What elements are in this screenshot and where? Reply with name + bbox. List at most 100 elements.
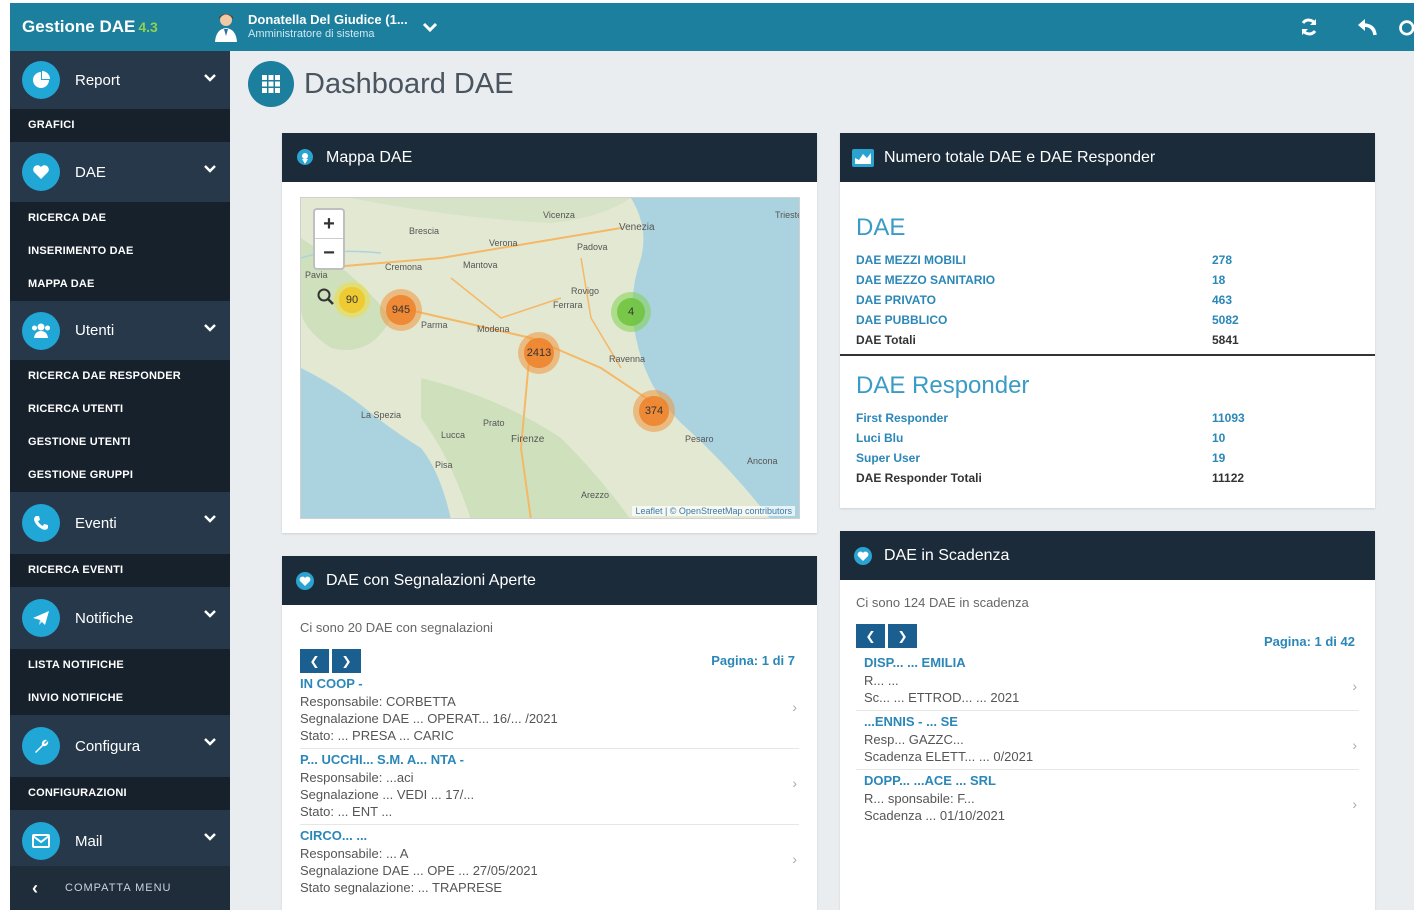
map-city-label: Verona <box>489 238 518 248</box>
map-view[interactable]: Brescia Verona Vicenza Venezia Trieste P… <box>300 197 800 519</box>
stats-panel-title: Numero totale DAE e DAE Responder <box>884 148 1156 166</box>
zoom-out-button[interactable]: − <box>315 239 343 268</box>
map-city-label: Rovigo <box>571 286 600 296</box>
user-avatar-icon <box>215 14 237 42</box>
map-cluster-marker[interactable]: 2413 <box>518 332 560 374</box>
map-city-label: Pisa <box>435 460 453 470</box>
stat-value: 463 <box>1212 293 1233 307</box>
nav-section-dae[interactable]: DAE <box>10 142 230 202</box>
refresh-icon <box>1301 18 1317 36</box>
nav-item-ricerca-utenti[interactable]: RICERCA UTENTI <box>10 393 230 426</box>
segnalazioni-pager: ❮ ❯ Pagina: 1 di 7 <box>300 649 799 673</box>
top-bar: Gestione DAE 4.3 Donatella Del Giudice (1… <box>10 3 1414 51</box>
page-info: Pagina: 1 di 42 <box>1263 634 1355 649</box>
app-brand[interactable]: Gestione DAE 4.3 <box>10 17 200 37</box>
logout-button[interactable] <box>1396 3 1414 51</box>
nav-item-ricerca-dae[interactable]: RICERCA DAE <box>10 202 230 235</box>
map-city-label: Vicenza <box>543 210 575 220</box>
compact-menu-button[interactable]: ‹ COMPATTA MENU <box>10 866 230 910</box>
map-city-label: Pesaro <box>685 434 714 444</box>
entry-title: DISP... ... EMILIA <box>864 655 966 670</box>
cluster-count: 945 <box>386 295 416 325</box>
nav-label: Utenti <box>75 322 115 339</box>
list-item[interactable]: DOPP... ...ACE ... SRL R... sponsabile: … <box>856 770 1359 828</box>
chevron-down-icon <box>204 738 216 746</box>
stats-panel-header: Numero totale DAE e DAE Responder <box>840 133 1375 182</box>
stat-row: DAE PUBBLICO 5082 <box>856 310 1359 330</box>
chevron-down-icon <box>204 515 216 523</box>
list-item[interactable]: IN COOP - Responsabile: CORBETTA Segnala… <box>300 673 799 749</box>
nav-item-invio-notifiche[interactable]: INVIO NOTIFICHE <box>10 682 230 715</box>
map-cluster-marker[interactable]: 90 <box>334 282 370 318</box>
stat-label: Luci Blu <box>856 431 904 445</box>
stat-value: 5841 <box>1212 333 1239 347</box>
nav-section-report[interactable]: Report <box>10 51 230 109</box>
nav-item-inserimento-dae[interactable]: INSERIMENTO DAE <box>10 235 230 268</box>
nav-item-gestione-gruppi[interactable]: GESTIONE GRUPPI <box>10 459 230 492</box>
zoom-in-button[interactable]: + <box>315 210 343 239</box>
entry-line: Segnalazione DAE ... OPE ... 27/05/2021 <box>300 863 538 878</box>
nav-section-utenti[interactable]: Utenti <box>10 301 230 360</box>
cluster-count: 90 <box>339 287 365 313</box>
map-attribution[interactable]: Leaflet | © OpenStreetMap contributors <box>632 506 795 516</box>
user-menu[interactable]: Donatella Del Giudice (1... Amministrato… <box>214 12 438 42</box>
chevron-right-icon: › <box>792 851 797 867</box>
next-page-button[interactable]: ❯ <box>332 649 361 673</box>
back-arrow-icon <box>1358 19 1377 36</box>
nav-item-grafici[interactable]: GRAFICI <box>10 109 230 142</box>
nav-section-notifiche[interactable]: Notifiche <box>10 587 230 649</box>
entry-title: DOPP... ...ACE ... SRL <box>864 773 996 788</box>
prev-page-button[interactable]: ❮ <box>300 649 329 673</box>
prev-page-button[interactable]: ❮ <box>856 624 885 648</box>
list-item[interactable]: DISP... ... EMILIA R... ... Sc... ... ET… <box>856 652 1359 711</box>
entry-line: R... ... <box>864 673 899 688</box>
scadenza-panel-title: DAE in Scadenza <box>884 546 1010 564</box>
chevron-down-icon <box>204 833 216 841</box>
grid-icon <box>248 61 294 107</box>
segnalazioni-panel-title: DAE con Segnalazioni Aperte <box>326 571 536 589</box>
stat-total-row: DAE Responder Totali 11122 <box>856 468 1359 488</box>
back-button[interactable] <box>1338 3 1396 51</box>
map-zoom-control: + − <box>313 208 345 270</box>
chevron-right-icon: › <box>1352 737 1357 753</box>
segnalazioni-panel: DAE con Segnalazioni Aperte Ci sono 20 D… <box>282 556 817 910</box>
nav-item-mappa-dae[interactable]: MAPPA DAE <box>10 268 230 301</box>
map-cluster-marker[interactable]: 4 <box>611 292 651 332</box>
wrench-icon <box>22 727 60 765</box>
nav-item-configurazioni[interactable]: CONFIGURAZIONI <box>10 777 230 810</box>
entry-line: Resp... GAZZC... <box>864 732 964 747</box>
entry-line: Responsabile: CORBETTA <box>300 694 456 709</box>
list-item[interactable]: CIRCO... ... Responsabile: ... A Segnala… <box>300 825 799 900</box>
map-city-label: Padova <box>577 242 608 252</box>
list-item[interactable]: ...ENNIS - ... SE Resp... GAZZC... Scade… <box>856 711 1359 770</box>
nav-item-ricerca-eventi[interactable]: RICERCA EVENTI <box>10 554 230 587</box>
nav-section-configura[interactable]: Configura <box>10 715 230 777</box>
nav-item-gestione-utenti[interactable]: GESTIONE UTENTI <box>10 426 230 459</box>
refresh-button[interactable] <box>1280 3 1338 51</box>
compact-menu-label: COMPATTA MENU <box>65 882 172 894</box>
next-page-button[interactable]: ❯ <box>888 624 917 648</box>
nav-section-mail[interactable]: Mail <box>10 810 230 872</box>
map-cluster-marker[interactable]: 945 <box>380 289 422 331</box>
nav-item-ricerca-dae-responder[interactable]: RICERCA DAE RESPONDER <box>10 360 230 393</box>
entry-title: ...ENNIS - ... SE <box>864 714 958 729</box>
map-cluster-marker[interactable]: 374 <box>633 390 675 432</box>
map-city-label: Venezia <box>619 222 655 233</box>
app-name: Gestione DAE <box>22 17 136 36</box>
list-item[interactable]: P... UCCHI... S.M. A... NTA - Responsabi… <box>300 749 799 825</box>
stat-label: Super User <box>856 451 921 465</box>
entry-line: Scadenza ELETT... ... 0/2021 <box>864 749 1034 764</box>
stat-value: 11093 <box>1212 411 1245 425</box>
stat-label: DAE Responder Totali <box>856 471 982 485</box>
entry-line: Segnalazione DAE ... OPERAT... 16/... /2… <box>300 711 558 726</box>
page-title: Dashboard DAE <box>304 67 514 100</box>
entry-line: R... sponsabile: F... <box>864 791 975 806</box>
nav-item-lista-notifiche[interactable]: LISTA NOTIFICHE <box>10 649 230 682</box>
entry-line: Stato segnalazione: ... TRAPRESE <box>300 880 503 895</box>
map-city-label: Prato <box>483 418 505 428</box>
chevron-right-icon: › <box>792 775 797 791</box>
entry-line: Responsabile: ...aci <box>300 770 414 785</box>
users-icon <box>22 311 60 350</box>
nav-section-eventi[interactable]: Eventi <box>10 492 230 554</box>
user-role: Amministratore di sistema <box>248 28 375 40</box>
